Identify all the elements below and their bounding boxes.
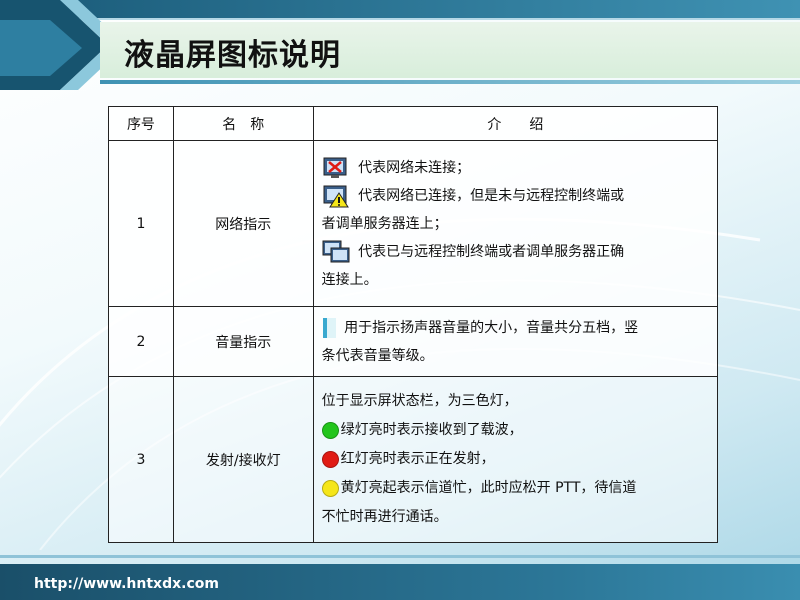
title-underline [100, 80, 800, 84]
header-name: 名 称 [172, 106, 314, 141]
row-intro: 位于显示屏状态栏，为三色灯， 绿灯亮时表示接收到了载波， 红灯亮时表示正在发射，… [312, 376, 719, 543]
intro-line: 黄灯亮起表示信道忙，此时应松开 PTT，待信道 [321, 474, 709, 503]
table-header-row: 序号 名 称 介 绍 [108, 106, 719, 141]
row-intro: 用于指示扬声器音量的大小，音量共分五档，竖 条代表音量等级。 [312, 306, 719, 377]
intro-line: 连接上。 [321, 271, 378, 288]
intro-line: 代表已与远程控制终端或者调单服务器正确 [322, 238, 709, 266]
intro-line: 者调单服务器连上； [321, 215, 448, 232]
row-index: 2 [108, 306, 174, 377]
row-index: 3 [108, 376, 174, 543]
footer-url[interactable]: http://www.hntxdx.com [34, 576, 219, 592]
intro-line: 用于指示扬声器音量的大小，音量共分五档，竖 [322, 314, 709, 342]
volume-icon [322, 317, 336, 338]
row-intro: 代表网络未连接； 代表网络已连接，但是未与远程控制终端或 者调单服务器连上； 代… [312, 140, 719, 307]
header-index: 序号 [108, 106, 174, 141]
table-row: 3 发射/接收灯 位于显示屏状态栏，为三色灯， 绿灯亮时表示接收到了载波， 红灯… [108, 376, 719, 543]
yellow-light-icon [321, 479, 339, 497]
network-disconnected-icon [323, 157, 347, 178]
intro-line: 绿灯亮时表示接收到了载波， [321, 416, 709, 445]
intro-line: 条代表音量等级。 [321, 347, 434, 364]
intro-line: 位于显示屏状态栏，为三色灯， [321, 393, 518, 409]
intro-line: 红灯亮时表示正在发射， [321, 445, 709, 474]
page-title: 液晶屏图标说明 [124, 38, 341, 73]
row-name: 发射/接收灯 [172, 376, 314, 543]
table-row: 1 网络指示 代表网络未连接； 代表网络已连接，但是未与远程控制终端或 者调单服… [108, 140, 719, 307]
network-connected-icon [322, 240, 350, 262]
intro-line: 代表网络未连接； [322, 154, 709, 182]
green-light-icon [321, 421, 339, 439]
intro-line: 代表网络已连接，但是未与远程控制终端或 [322, 182, 709, 210]
table-row: 2 音量指示 用于指示扬声器音量的大小，音量共分五档，竖 条代表音量等级。 [108, 306, 719, 377]
header-intro: 介 绍 [312, 106, 719, 141]
icon-table: 序号 名 称 介 绍 1 网络指示 代表网络未连接； 代表网络已连接，但是未与远… [108, 106, 719, 543]
row-name: 网络指示 [172, 140, 314, 307]
row-index: 1 [108, 140, 174, 307]
row-name: 音量指示 [172, 306, 314, 377]
footer-divider [0, 555, 800, 558]
intro-line: 不忙时再进行通话。 [321, 509, 448, 525]
network-warning-icon [323, 185, 349, 207]
red-light-icon [321, 450, 339, 468]
